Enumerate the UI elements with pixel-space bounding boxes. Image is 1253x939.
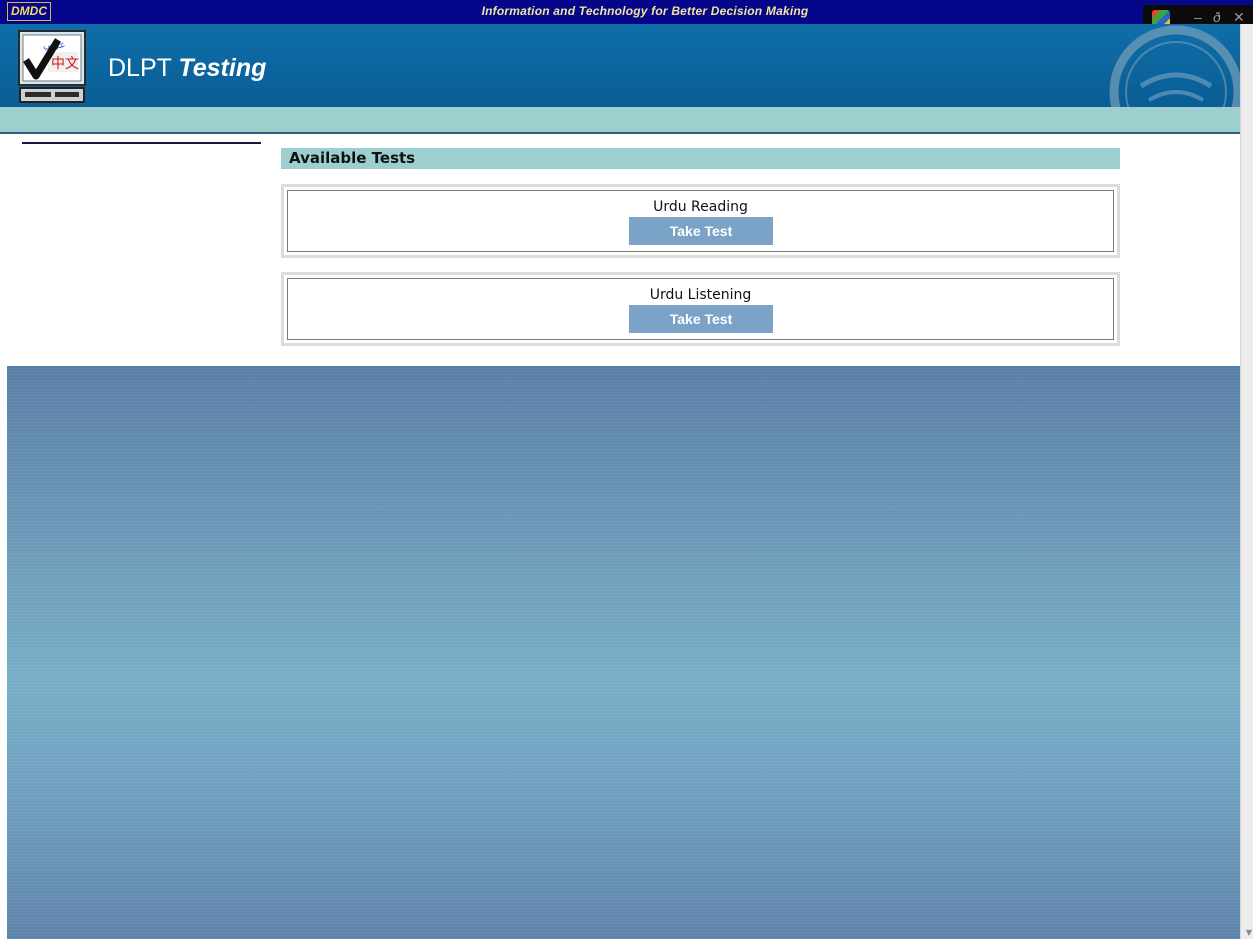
app-title-sub: Testing <box>178 54 267 82</box>
app-title: DLPT Testing <box>108 54 266 83</box>
test-card-urdu-reading: Urdu Reading Take Test <box>281 184 1120 258</box>
nav-bar <box>0 107 1241 134</box>
left-divider <box>22 142 261 144</box>
section-heading: Available Tests <box>281 148 1120 169</box>
logo-chinese-text: 中文 <box>51 56 79 72</box>
test-name: Urdu Reading <box>653 199 748 215</box>
vertical-scrollbar[interactable]: ▼ <box>1240 24 1253 939</box>
test-card-urdu-listening: Urdu Listening Take Test <box>281 272 1120 346</box>
app-title-main: DLPT <box>108 54 172 82</box>
minimize-icon[interactable]: – <box>1194 9 1202 25</box>
restore-icon[interactable]: ð <box>1213 9 1221 25</box>
tagline: Information and Technology for Better De… <box>481 4 809 18</box>
app-header: عربي 中文 DLPT Testing <box>0 24 1241 107</box>
dod-seal <box>1109 25 1241 107</box>
scroll-down-icon[interactable]: ▼ <box>1246 928 1252 937</box>
background-panel <box>7 366 1241 939</box>
test-name: Urdu Listening <box>649 287 752 303</box>
top-bar: DMDC Information and Technology for Bett… <box>0 0 1253 24</box>
take-test-button[interactable]: Take Test <box>629 305 773 333</box>
take-test-button[interactable]: Take Test <box>629 217 773 245</box>
checkmark-computer-logo: عربي 中文 <box>18 30 86 103</box>
